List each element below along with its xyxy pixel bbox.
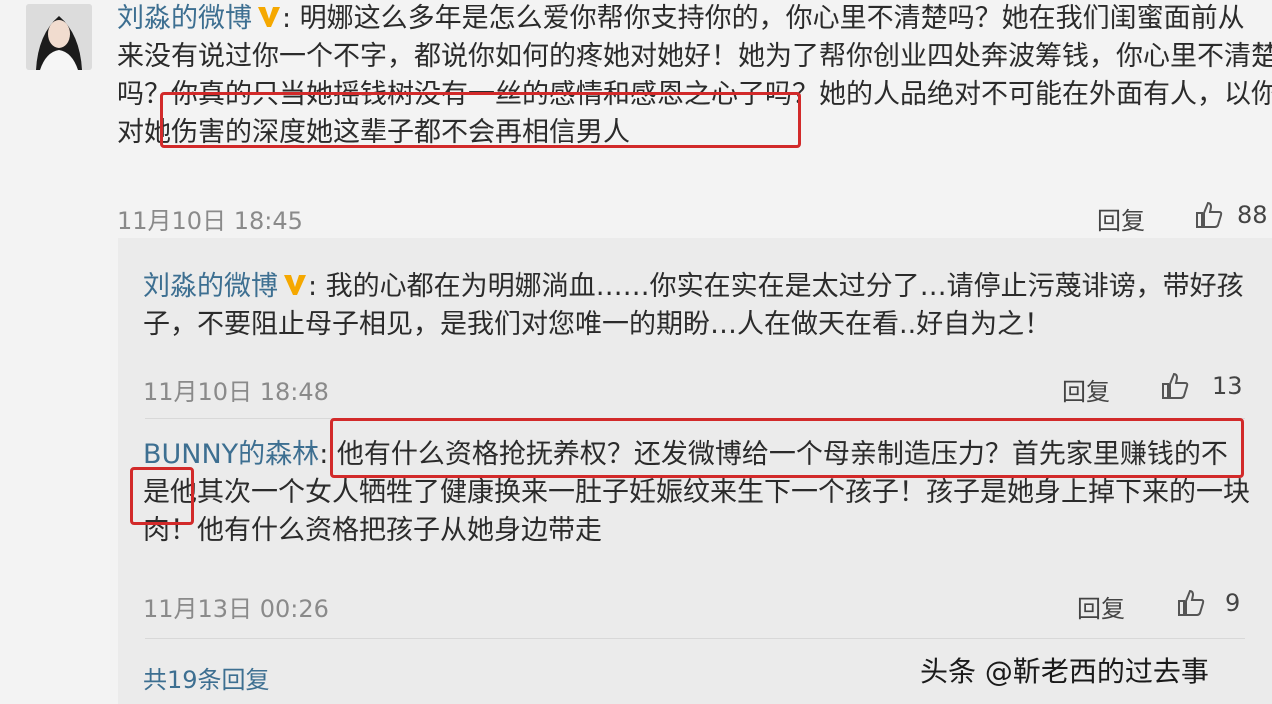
reply-timestamp: 11月10日 18:48 — [143, 378, 329, 406]
like-icon[interactable] — [1194, 200, 1224, 230]
like-count: 88 — [1237, 201, 1268, 229]
like-icon[interactable] — [1176, 588, 1206, 618]
reply-timestamp: 11月13日 00:26 — [143, 595, 329, 623]
highlight-box — [160, 92, 801, 148]
comment-line: 来没有说过你一个不字，都说你如何的疼她对她好！她为了帮你创业四处奔波筹钱，你心里… — [117, 41, 1272, 72]
reply-text: : 我的心都在为明娜淌血……你实在实在是太过分了…请停止污蔑诽谤，带好孩 — [308, 271, 1244, 302]
highlight-box — [330, 418, 1244, 478]
reply-line: 子，不要阻止母子相见，是我们对您唯一的期盼…人在做天在看..好自为之！ — [143, 309, 1052, 340]
reply-author[interactable]: BUNNY的森林 — [143, 439, 319, 470]
more-replies-link[interactable]: 共19条回复 — [143, 660, 270, 695]
verified-v-icon — [258, 7, 280, 27]
reply-button[interactable]: 回复 — [1097, 201, 1145, 236]
verified-v-icon — [284, 275, 306, 295]
like-icon[interactable] — [1160, 371, 1190, 401]
reply-line: 是他其次一个女人牺牲了健康换来一肚子妊娠纹来生下一个孩子！孩子是她身上掉下来的一… — [143, 477, 1250, 508]
reply-line: 肉！他有什么资格把孩子从她身边带走 — [143, 515, 602, 546]
comment-timestamp: 11月10日 18:45 — [117, 207, 303, 235]
like-count: 13 — [1212, 372, 1243, 400]
watermark: 头条 @靳老西的过去事 — [920, 655, 1209, 688]
reply-button[interactable]: 回复 — [1077, 589, 1125, 624]
divider — [145, 638, 1245, 639]
reply-line: 刘淼的微博 : 我的心都在为明娜淌血……你实在实在是太过分了…请停止污蔑诽谤，带好… — [143, 268, 1253, 306]
reply-author[interactable]: 刘淼的微博 — [143, 271, 278, 302]
reply-1: 刘淼的微博 : 我的心都在为明娜淌血……你实在实在是太过分了…请停止污蔑诽谤，带好… — [143, 268, 1253, 344]
reply-button[interactable]: 回复 — [1062, 372, 1110, 407]
comment-text: : 明娜这么多年是怎么爱你帮你支持你的，你心里不清楚吗？她在我们闺蜜面前从 — [282, 3, 1245, 34]
comment-line: 刘淼的微博 : 明娜这么多年是怎么爱你帮你支持你的，你心里不清楚吗？她在我们闺蜜面… — [117, 0, 1267, 38]
highlight-box — [130, 467, 194, 525]
like-count: 9 — [1225, 589, 1241, 617]
comment-author[interactable]: 刘淼的微博 — [117, 3, 252, 34]
avatar[interactable] — [26, 4, 92, 70]
